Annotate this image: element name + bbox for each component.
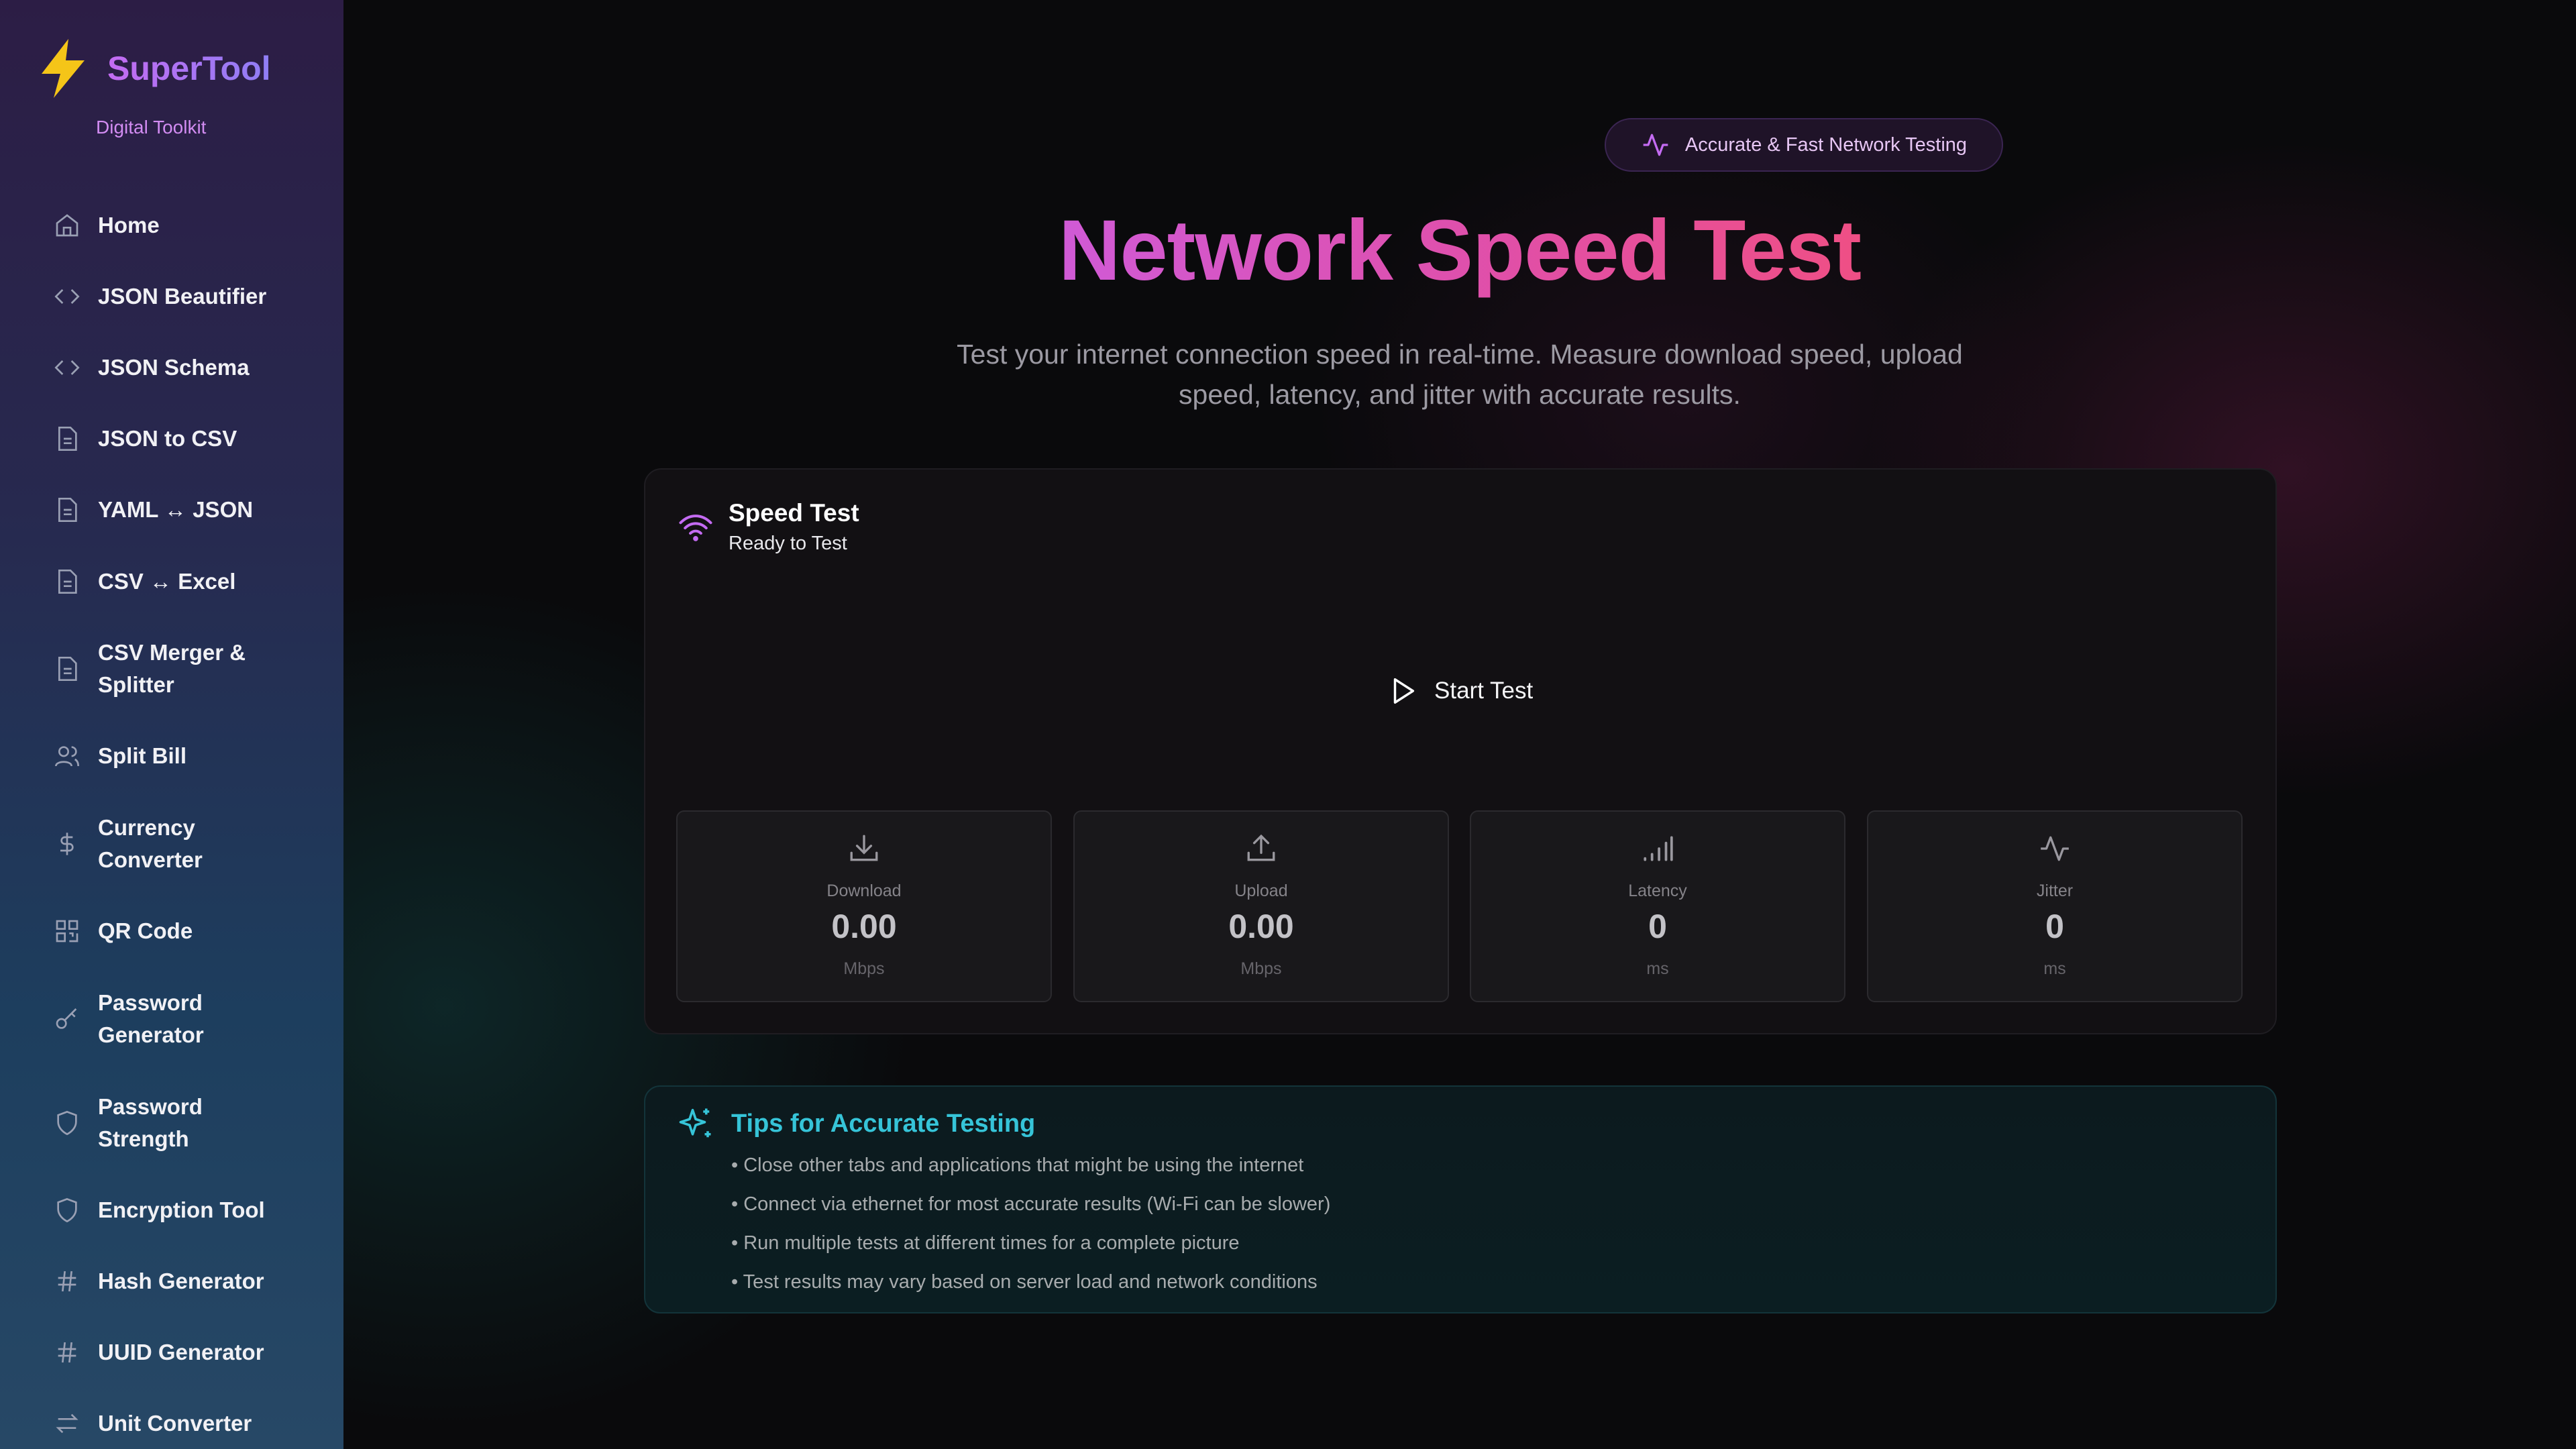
metric-value: 0.00 xyxy=(831,908,897,945)
sidebar-item-label: Encryption Tool xyxy=(98,1197,265,1222)
qr-icon xyxy=(54,918,80,945)
file-icon xyxy=(54,568,80,595)
start-test-label: Start Test xyxy=(1434,678,1534,704)
tip-item: • Test results may vary based on server … xyxy=(731,1271,1318,1293)
metric-value: 0 xyxy=(1648,908,1667,945)
sidebar-item-label: Unit Converter xyxy=(98,1411,252,1436)
page-title-text: Network Speed Test xyxy=(1059,203,1862,299)
sidebar-item-label: CSV ↔ Excel xyxy=(98,569,236,594)
sidebar-item-unit-converter[interactable]: Unit Converter xyxy=(54,1407,299,1440)
hero-badge: Accurate & Fast Network Testing xyxy=(1605,118,2003,172)
activity-icon xyxy=(2041,836,2069,861)
shield-icon xyxy=(54,1197,80,1224)
brand-title: SuperTool xyxy=(107,50,271,87)
sidebar-item-label: Currency Converter xyxy=(98,815,203,872)
sidebar-item-uuid-generator[interactable]: UUID Generator xyxy=(54,1336,299,1368)
sidebar-item-label: JSON Schema xyxy=(98,355,250,380)
sidebar-item-csv-merger[interactable]: CSV Merger & Splitter xyxy=(54,637,299,701)
metric-value: 0 xyxy=(2045,908,2064,945)
sidebar-item-csv-excel[interactable]: CSV ↔ Excel xyxy=(54,566,299,598)
download-icon xyxy=(850,835,878,861)
tips-title: Tips for Accurate Testing xyxy=(731,1109,1036,1138)
users-icon xyxy=(54,743,80,769)
hash-icon xyxy=(54,1339,80,1366)
sidebar-item-label: Password Strength xyxy=(98,1094,203,1151)
metric-label: Download xyxy=(826,881,902,900)
metric-latency: Latency 0 ms xyxy=(1470,810,1845,1002)
upload-icon xyxy=(1247,834,1275,861)
play-icon xyxy=(1393,678,1415,704)
hash-icon xyxy=(54,1268,80,1295)
metric-label: Latency xyxy=(1628,881,1687,900)
metric-unit: ms xyxy=(2043,959,2066,978)
metric-unit: Mbps xyxy=(843,959,885,978)
file-icon xyxy=(54,425,80,452)
speed-test-card: Speed Test Ready to Test Start Test Down… xyxy=(644,468,2277,1034)
sidebar-item-split-bill[interactable]: Split Bill xyxy=(54,740,299,772)
dollar-icon xyxy=(54,830,80,857)
brand-subtitle: Digital Toolkit xyxy=(96,117,207,138)
page-subtitle: Test your internet connection speed in r… xyxy=(957,339,1963,410)
sidebar-item-yaml-json[interactable]: YAML ↔ JSON xyxy=(54,494,299,526)
sidebar-item-label: YAML ↔ JSON xyxy=(98,497,254,522)
metric-unit: Mbps xyxy=(1240,959,1282,978)
metric-unit: ms xyxy=(1646,959,1669,978)
sidebar-item-json-schema[interactable]: JSON Schema xyxy=(54,352,299,384)
sidebar-item-label: CSV Merger & Splitter xyxy=(98,640,246,697)
tip-item: • Run multiple tests at different times … xyxy=(731,1232,1240,1254)
start-test-button[interactable]: Start Test xyxy=(1383,664,1537,718)
code-icon xyxy=(54,354,80,381)
activity-icon xyxy=(1643,133,1668,156)
swap-icon xyxy=(54,1410,80,1437)
tips-card: Tips for Accurate Testing • Close other … xyxy=(644,1085,2277,1313)
tips-list: • Close other tabs and applications that… xyxy=(731,1146,1330,1301)
metric-value: 0.00 xyxy=(1228,908,1294,945)
metric-jitter: Jitter 0 ms xyxy=(1867,810,2243,1002)
sidebar-item-label: Split Bill xyxy=(98,743,186,768)
metric-upload: Upload 0.00 Mbps xyxy=(1073,810,1449,1002)
sidebar-item-label: Password Generator xyxy=(98,990,204,1047)
tip-item: • Connect via ethernet for most accurate… xyxy=(731,1193,1331,1215)
sidebar-item-json-to-csv[interactable]: JSON to CSV xyxy=(54,423,299,455)
brand[interactable]: SuperTool xyxy=(36,38,271,99)
metric-label: Upload xyxy=(1234,881,1288,900)
tip-item: • Close other tabs and applications that… xyxy=(731,1155,1304,1176)
speed-test-status: Ready to Test xyxy=(729,533,847,554)
wifi-icon xyxy=(679,514,712,541)
sidebar-item-qr-code[interactable]: QR Code xyxy=(54,915,299,947)
main-content: Accurate & Fast Network Testing Network … xyxy=(343,0,2576,1449)
hero-badge-label: Accurate & Fast Network Testing xyxy=(1684,133,1968,156)
sidebar-item-label: JSON to CSV xyxy=(98,426,237,451)
sidebar-item-password-strength[interactable]: Password Strength xyxy=(54,1091,299,1155)
file-icon xyxy=(54,496,80,523)
page-title: Network Speed Test xyxy=(0,201,2576,300)
speed-test-title: Speed Test xyxy=(729,499,859,527)
sidebar-item-label: Hash Generator xyxy=(98,1269,264,1293)
speed-test-header: Speed Test Ready to Test xyxy=(678,499,859,555)
sidebar-item-hash-generator[interactable]: Hash Generator xyxy=(54,1265,299,1297)
metric-download: Download 0.00 Mbps xyxy=(676,810,1052,1002)
sidebar-item-encryption-tool[interactable]: Encryption Tool xyxy=(54,1194,299,1226)
lightning-bolt-icon xyxy=(42,39,85,98)
sidebar-item-password-generator[interactable]: Password Generator xyxy=(54,987,299,1051)
signal-icon xyxy=(1644,836,1673,861)
sidebar-item-label: UUID Generator xyxy=(98,1340,264,1364)
metric-label: Jitter xyxy=(2036,881,2074,900)
sparkles-icon xyxy=(679,1108,711,1138)
file-icon xyxy=(54,655,80,682)
key-icon xyxy=(54,1006,80,1032)
sidebar-item-currency-converter[interactable]: Currency Converter xyxy=(54,812,299,876)
shield-icon xyxy=(54,1110,80,1136)
sidebar-item-label: QR Code xyxy=(98,918,193,943)
